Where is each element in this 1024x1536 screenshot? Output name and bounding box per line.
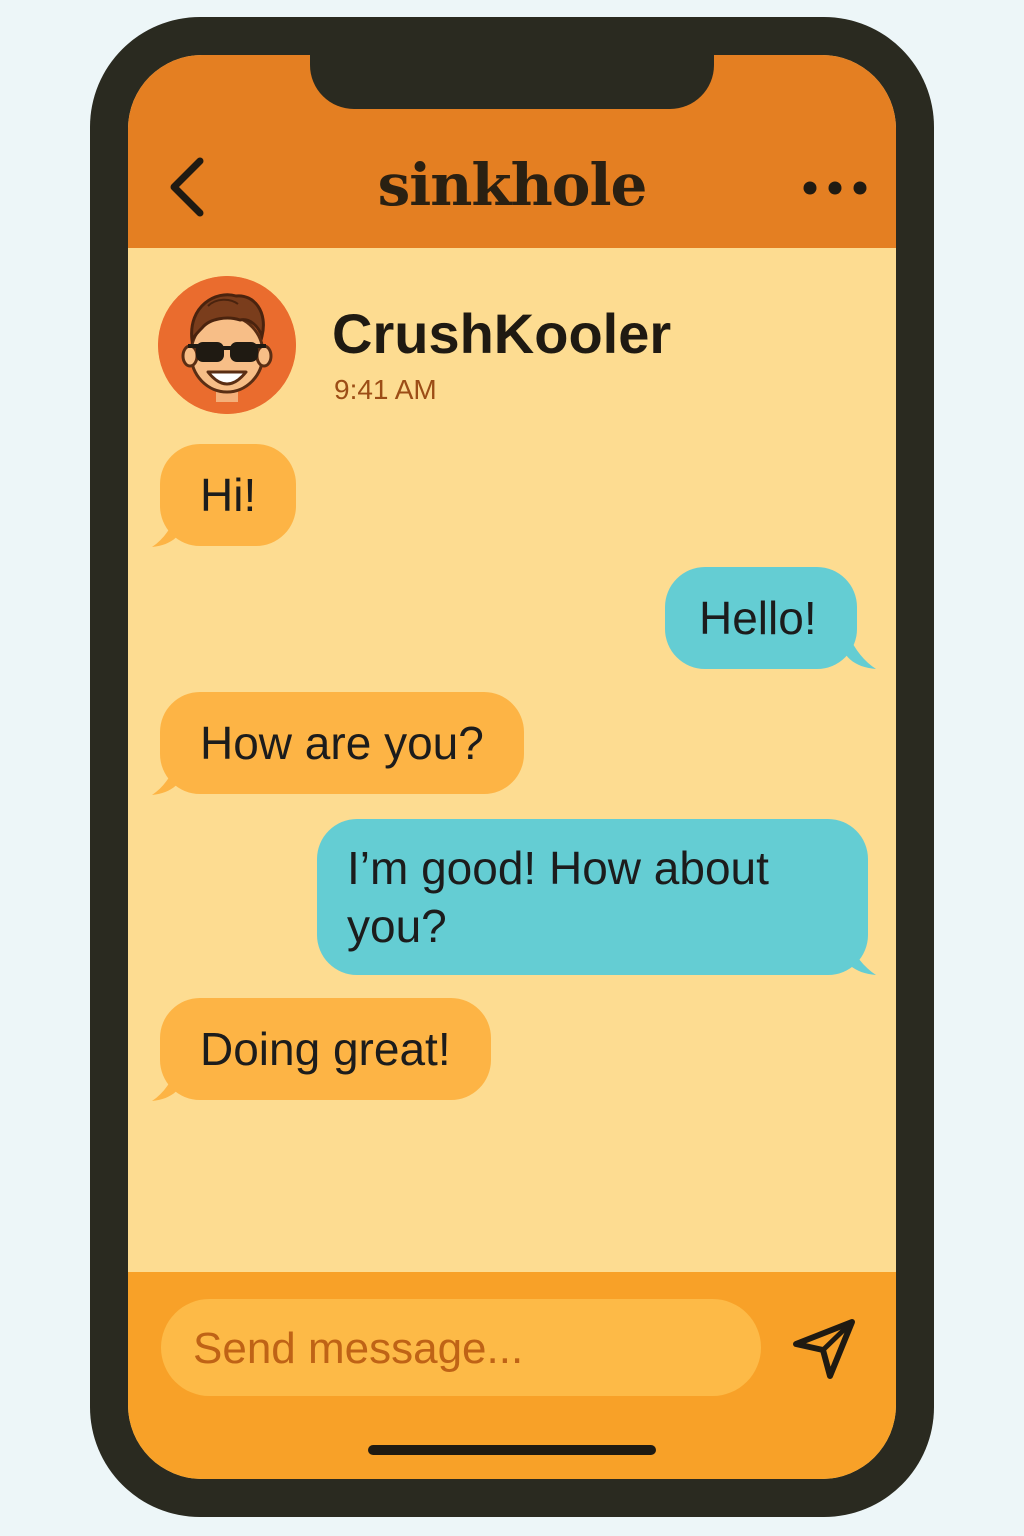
avatar[interactable] [158,276,296,414]
phone-notch [310,55,714,109]
message-bubble-incoming[interactable]: Doing great! [160,998,491,1100]
message-composer [128,1272,896,1479]
message-bubble-outgoing[interactable]: I’m good! How about you? [317,819,868,975]
contact-header: CrushKooler 9:41 AM [158,276,858,416]
chat-screen: sinkhole CrushKooler 9:41 AM Hi! Hello! … [128,55,896,1479]
avatar-face-icon [158,276,296,414]
message-text: How are you? [200,717,484,769]
message-text: Hello! [699,592,817,644]
message-bubble-incoming[interactable]: How are you? [160,692,524,794]
message-bubble-outgoing[interactable]: Hello! [665,567,857,669]
contact-name: CrushKooler [332,302,672,365]
app-title: sinkhole [377,151,648,219]
chat-header: sinkhole [128,55,896,248]
message-input[interactable] [191,1299,745,1398]
home-indicator[interactable] [368,1445,656,1455]
message-text-line: you? [347,900,447,952]
message-timestamp: 9:41 AM [334,374,437,405]
send-icon [793,1319,855,1379]
message-text: Doing great! [200,1023,451,1075]
more-options-button[interactable] [800,173,870,203]
message-input-container[interactable] [161,1299,761,1398]
message-text: Hi! [200,469,257,521]
message-bubble-incoming[interactable]: Hi! [160,444,297,546]
message-text-line: I’m good! How about [347,842,769,894]
send-button[interactable] [790,1312,860,1382]
more-horizontal-icon [803,181,867,195]
